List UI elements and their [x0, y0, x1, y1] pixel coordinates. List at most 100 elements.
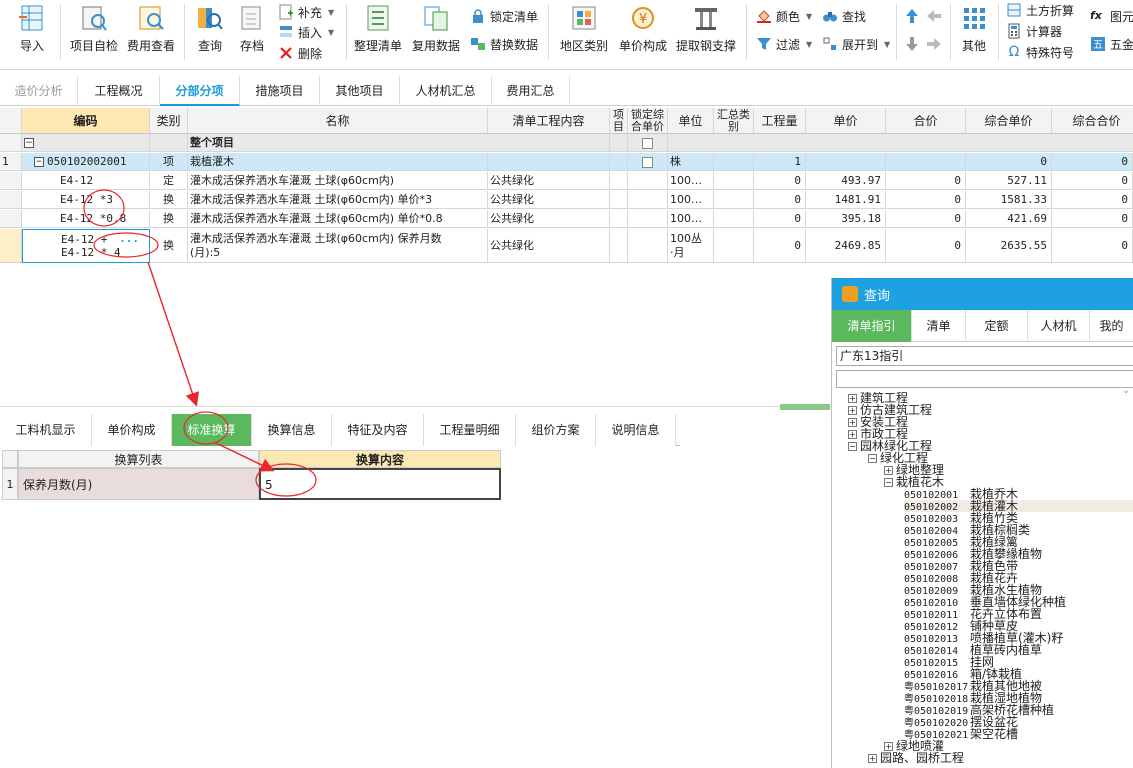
other-button[interactable]: 其他 — [956, 0, 992, 64]
tab-fee-summary[interactable]: 费用汇总 — [492, 76, 570, 106]
tab-description-info[interactable]: 说明信息 — [596, 414, 676, 446]
quantity-cell[interactable]: 0 — [754, 210, 806, 228]
query-search-input[interactable] — [836, 370, 1133, 388]
tab-cost-analysis[interactable]: 造价分析 — [0, 76, 78, 106]
name-cell[interactable]: 栽植灌木 — [188, 153, 488, 171]
tab-quantity-details[interactable]: 工程量明细 — [424, 414, 516, 446]
arrow-up-button[interactable] — [904, 6, 924, 26]
splitter-handle[interactable] — [780, 404, 830, 410]
expand-icon[interactable]: + — [848, 406, 857, 415]
category-cell[interactable]: 换 — [150, 229, 188, 263]
tab-labor-material-display[interactable]: 工料机显示 — [0, 414, 92, 446]
header-unit-price[interactable]: 单价 — [806, 108, 886, 134]
tab-mine[interactable]: 我的 — [1090, 310, 1133, 342]
arrow-right-button[interactable] — [926, 34, 946, 54]
tree-leaf-050102002[interactable]: 050102002 栽植灌木 — [904, 500, 1133, 513]
category-cell[interactable]: 定 — [150, 172, 188, 190]
tab-other-items[interactable]: 其他项目 — [320, 76, 400, 106]
lock-price-checkbox[interactable] — [642, 137, 653, 149]
import-button[interactable]: 导入 — [12, 0, 52, 64]
header-sum-category[interactable]: 汇总类别 — [714, 108, 754, 134]
header-list-content[interactable]: 清单工程内容 — [488, 108, 610, 134]
content-cell[interactable]: 公共绿化 — [488, 172, 610, 190]
expand-icon[interactable]: + — [848, 430, 857, 439]
expand-to-button[interactable]: 展开到 ▼ — [822, 34, 890, 54]
collapse-icon[interactable]: − — [884, 478, 893, 487]
special-symbols-button[interactable]: Ω 特殊符号 — [1006, 42, 1074, 62]
header-quantity[interactable]: 工程量 — [754, 108, 806, 134]
color-button[interactable]: 颜色 ▼ — [756, 6, 812, 26]
tree-node[interactable]: + 园路、园桥工程 — [868, 752, 964, 764]
arrow-down-button[interactable] — [904, 34, 924, 54]
tab-features-content[interactable]: 特征及内容 — [332, 414, 424, 446]
header-item[interactable]: 项目 — [610, 108, 628, 134]
lock-price-checkbox-cell[interactable] — [628, 153, 668, 171]
content-cell[interactable]: 公共绿化 — [488, 210, 610, 228]
unit-cell[interactable]: 100… — [668, 191, 714, 209]
tab-standard-conversion[interactable]: 标准换算 — [172, 414, 252, 446]
tab-conversion-info[interactable]: 换算信息 — [252, 414, 332, 446]
find-button[interactable]: 查找 — [822, 6, 866, 26]
collapse-icon[interactable]: − — [868, 454, 877, 463]
tree-node[interactable]: − 栽植花木 — [884, 476, 944, 488]
expand-icon[interactable]: + — [848, 418, 857, 427]
tab-list[interactable]: 清单 — [912, 310, 966, 342]
region-select[interactable]: 广东13指引 — [836, 346, 1133, 366]
tab-list-guide[interactable]: 清单指引 — [832, 310, 912, 342]
header-unit[interactable]: 单位 — [668, 108, 714, 134]
unit-price-composition-button[interactable]: ¥ 单价构成 — [616, 0, 670, 64]
name-cell[interactable]: 灌木成活保养洒水车灌溉 土球(φ60cm内) — [188, 172, 488, 190]
query-button[interactable]: 查询 — [192, 0, 228, 64]
unit-cell[interactable]: 100丛 ·月 — [668, 229, 714, 263]
pane-splitter[interactable] — [0, 406, 831, 410]
tab-quota[interactable]: 定额 — [966, 310, 1028, 342]
expand-icon[interactable]: + — [884, 742, 893, 751]
tab-labor-material-summary[interactable]: 人材机汇总 — [400, 76, 492, 106]
expand-icon[interactable]: + — [848, 394, 857, 403]
expand-icon[interactable]: + — [868, 754, 877, 763]
code-cell[interactable]: E4-12 — [22, 172, 150, 190]
name-cell[interactable]: 灌木成活保养洒水车灌溉 土球(φ60cm内) 单价*3 — [188, 191, 488, 209]
arrow-left-button[interactable] — [926, 6, 946, 26]
tidy-list-button[interactable]: 整理清单 — [352, 0, 404, 64]
tab-measures[interactable]: 措施项目 — [240, 76, 320, 106]
delete-button[interactable]: 删除 — [278, 43, 322, 63]
collapse-icon[interactable]: − — [848, 442, 857, 451]
more-ellipsis-icon[interactable]: ··· — [119, 235, 139, 248]
collapse-icon[interactable]: − — [34, 157, 44, 167]
region-category-button[interactable]: 地区类别 — [558, 0, 610, 64]
unit-cell[interactable]: 100… — [668, 210, 714, 228]
earthwork-conversion-button[interactable]: 土方折算 — [1006, 0, 1074, 20]
header-name[interactable]: 名称 — [188, 108, 488, 134]
supplement-button[interactable]: 补充 ▼ — [278, 2, 334, 22]
tab-project-overview[interactable]: 工程概况 — [78, 76, 160, 106]
fee-view-button[interactable]: 费用查看 — [124, 0, 178, 64]
category-cell[interactable]: 换 — [150, 191, 188, 209]
content-cell[interactable]: 公共绿化 — [488, 191, 610, 209]
maintenance-months-input[interactable]: 5 — [259, 468, 501, 500]
content-cell[interactable]: 公共绿化 — [488, 229, 610, 263]
tab-labor-material[interactable]: 人材机 — [1028, 310, 1090, 342]
quantity-cell[interactable]: 0 — [754, 229, 806, 263]
lock-price-checkbox-cell[interactable] — [628, 134, 668, 152]
header-category[interactable]: 类别 — [150, 108, 188, 134]
header-lock-price[interactable]: 锁定综合单价 — [628, 108, 668, 134]
filter-button[interactable]: 过滤 ▼ — [756, 34, 812, 54]
collapse-icon[interactable]: − — [24, 138, 34, 148]
code-cell-editing[interactable]: E4-12 + E4-12 * 4 ··· — [22, 229, 150, 263]
category-cell[interactable]: 项 — [150, 153, 188, 171]
calculator-button[interactable]: 计算器 — [1006, 21, 1062, 41]
quantity-cell[interactable]: 0 — [754, 172, 806, 190]
save-button[interactable]: 存档 — [234, 0, 270, 64]
name-cell[interactable]: 灌木成活保养洒水车灌溉 土球(φ60cm内) 保养月数 (月):5 — [188, 229, 488, 263]
hardware-button[interactable]: 五 五金 — [1090, 34, 1133, 54]
tab-sub-items[interactable]: 分部分项 — [160, 76, 240, 106]
content-cell[interactable] — [488, 153, 610, 171]
quantity-cell[interactable]: 1 — [754, 153, 806, 171]
header-total[interactable]: 合价 — [886, 108, 966, 134]
header-code[interactable]: 编码 — [22, 108, 150, 134]
name-cell[interactable]: 灌木成活保养洒水车灌溉 土球(φ60cm内) 单价*0.8 — [188, 210, 488, 228]
quantity-cell[interactable]: 0 — [754, 191, 806, 209]
tree-toggle-cell[interactable]: − — [22, 134, 150, 152]
extract-steel-support-button[interactable]: 提取钢支撑 — [674, 0, 738, 64]
